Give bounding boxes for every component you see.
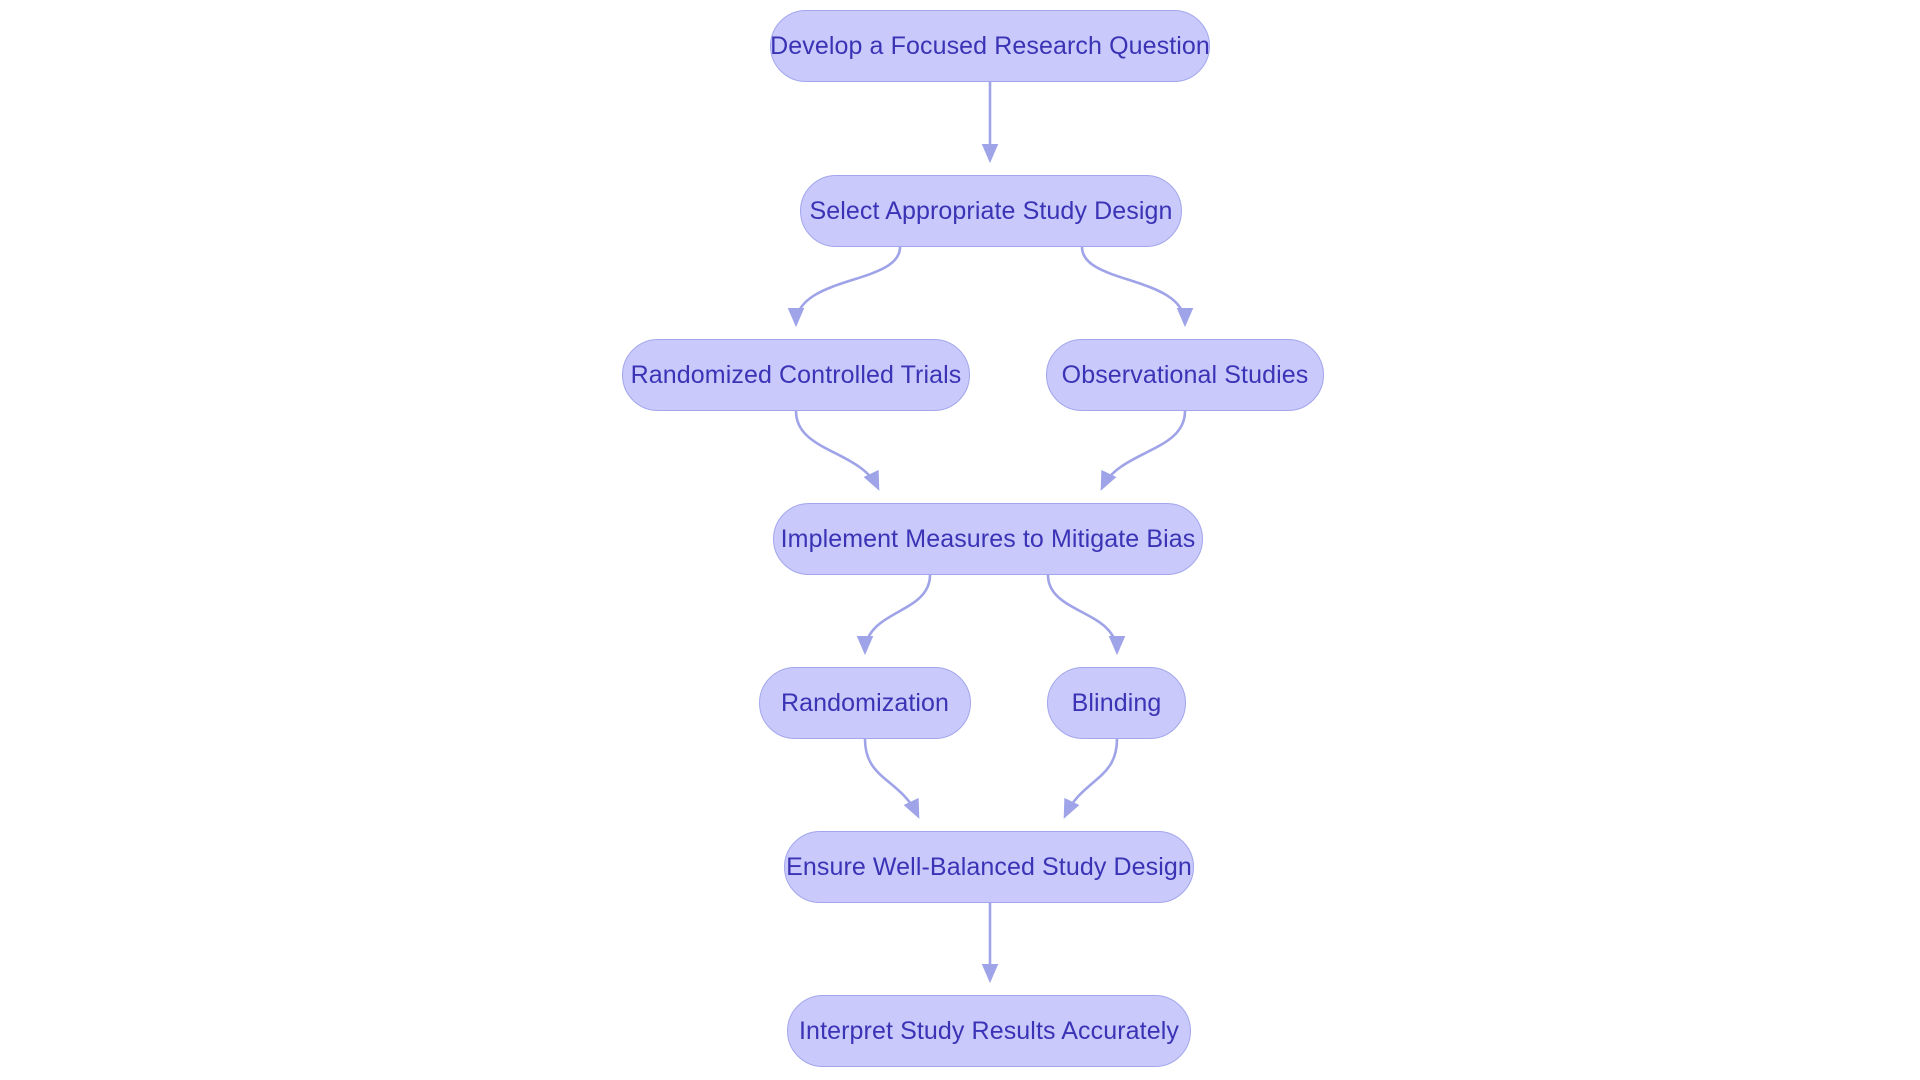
edge-mitigate-bias-to-randomization [856,574,932,656]
edge-select-to-rct [787,246,902,328]
node-label: Develop a Focused Research Question [770,31,1210,60]
node-blinding[interactable]: Blinding [1047,667,1186,739]
node-label: Implement Measures to Mitigate Bias [780,524,1196,553]
node-label: Interpret Study Results Accurately [799,1016,1179,1045]
edge-select-to-observational [1080,246,1194,328]
node-label: Observational Studies [1061,360,1309,389]
node-observational-studies[interactable]: Observational Studies [1046,339,1324,411]
node-randomization[interactable]: Randomization [759,667,971,739]
edge-randomization-to-balanced-design [863,738,920,819]
flowchart-canvas: Develop a Focused Research Question Sele… [0,0,1920,1080]
node-select-study-design[interactable]: Select Appropriate Study Design [800,175,1182,247]
edge-blinding-to-balanced-design [1063,738,1119,819]
node-label: Randomized Controlled Trials [630,360,962,389]
node-develop-research-question[interactable]: Develop a Focused Research Question [770,10,1210,82]
edge-observational-to-mitigate-bias [1100,410,1187,491]
node-implement-measures-mitigate-bias[interactable]: Implement Measures to Mitigate Bias [773,503,1203,575]
node-label: Select Appropriate Study Design [809,196,1173,225]
node-ensure-well-balanced-study-design[interactable]: Ensure Well-Balanced Study Design [784,831,1194,903]
edge-rct-to-mitigate-bias [794,410,880,491]
node-interpret-study-results[interactable]: Interpret Study Results Accurately [787,995,1191,1067]
edge-mitigate-bias-to-blinding [1046,574,1126,656]
node-randomized-controlled-trials[interactable]: Randomized Controlled Trials [622,339,970,411]
node-label: Ensure Well-Balanced Study Design [786,852,1192,881]
node-label: Blinding [1071,688,1162,717]
node-label: Randomization [780,688,950,717]
